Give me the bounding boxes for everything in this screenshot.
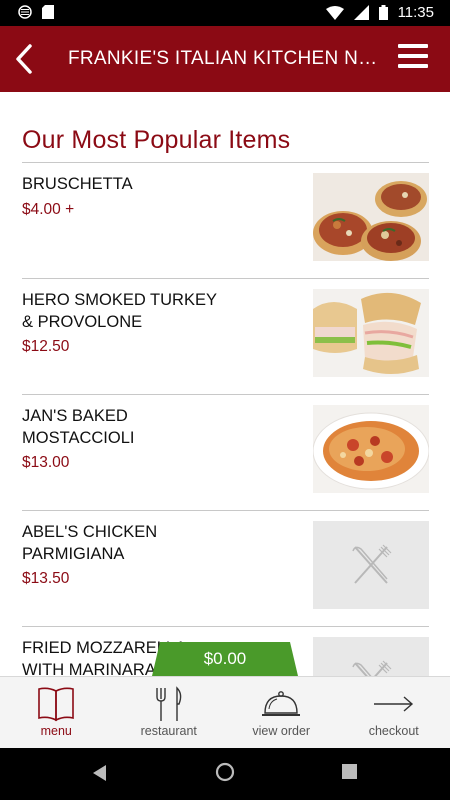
circle-status-icon bbox=[18, 5, 32, 19]
bottom-navigation: menu restaurant view order checkout bbox=[0, 676, 450, 748]
page-title: FRANKIE'S ITALIAN KITCHEN NORTHBROOK bbox=[68, 48, 386, 69]
item-price: $13.00 bbox=[22, 454, 70, 471]
system-recents-icon[interactable] bbox=[342, 764, 357, 779]
cloche-icon bbox=[262, 691, 301, 716]
wifi-icon bbox=[325, 5, 344, 20]
nav-view-order[interactable]: view order bbox=[225, 677, 338, 748]
nav-checkout[interactable]: checkout bbox=[338, 677, 450, 748]
menu-content[interactable]: Our Most Popular Items BRUSCHETTA $4.00 … bbox=[0, 92, 450, 676]
system-back-icon[interactable] bbox=[92, 764, 108, 782]
system-navigation-bar bbox=[0, 748, 450, 800]
system-home-icon[interactable] bbox=[215, 762, 235, 782]
utensils-icon bbox=[352, 660, 392, 676]
hamburger-line bbox=[398, 64, 428, 68]
item-name: HERO SMOKED TURKEY & PROVOLONE bbox=[22, 289, 237, 333]
hamburger-menu-button[interactable] bbox=[398, 44, 428, 74]
nav-label: menu bbox=[40, 724, 72, 738]
nav-label: restaurant bbox=[140, 724, 197, 738]
battery-icon bbox=[378, 5, 388, 20]
pasta-photo bbox=[313, 405, 429, 493]
item-name-line: HERO SMOKED TURKEY bbox=[22, 291, 217, 309]
item-name: JAN'S BAKED MOSTACCIOLI bbox=[22, 405, 237, 449]
nav-label: view order bbox=[252, 724, 311, 738]
item-name-line: MOSTACCIOLI bbox=[22, 429, 135, 447]
nav-restaurant[interactable]: restaurant bbox=[113, 677, 226, 748]
arrow-right-icon bbox=[373, 696, 413, 712]
item-price: $4.00 + bbox=[22, 201, 75, 218]
menu-item-jans-baked-mostaccioli[interactable]: JAN'S BAKED MOSTACCIOLI $13.00 bbox=[22, 395, 429, 511]
sandwich-photo bbox=[313, 289, 429, 377]
placeholder-image bbox=[313, 521, 429, 609]
nav-menu[interactable]: menu bbox=[0, 677, 113, 748]
status-bar: 11:35 bbox=[0, 0, 450, 26]
bruschetta-photo bbox=[313, 173, 429, 261]
status-time: 11:35 bbox=[397, 4, 434, 21]
fork-knife-icon bbox=[156, 686, 182, 721]
item-name-line: & PROVOLONE bbox=[22, 313, 143, 331]
sd-card-icon bbox=[42, 5, 54, 19]
item-price: $12.50 bbox=[22, 338, 70, 355]
item-name: BRUSCHETTA bbox=[22, 173, 237, 195]
cart-total-button[interactable]: $0.00 bbox=[152, 642, 298, 676]
item-name-line: JAN'S BAKED bbox=[22, 407, 128, 425]
hamburger-line bbox=[398, 54, 428, 58]
menu-item-bruschetta[interactable]: BRUSCHETTA $4.00 + bbox=[22, 163, 429, 279]
item-name-line: BRUSCHETTA bbox=[22, 175, 133, 193]
item-name-line: ABEL'S CHICKEN bbox=[22, 523, 158, 541]
item-name: ABEL'S CHICKEN PARMIGIANA bbox=[22, 521, 237, 565]
hamburger-line bbox=[398, 44, 428, 48]
app-bar: FRANKIE'S ITALIAN KITCHEN NORTHBROOK bbox=[0, 26, 450, 92]
book-icon bbox=[38, 687, 75, 722]
signal-icon bbox=[353, 5, 369, 20]
cart-total-amount: $0.00 bbox=[203, 649, 247, 668]
nav-label: checkout bbox=[368, 724, 419, 738]
item-price: $13.50 bbox=[22, 570, 70, 587]
chevron-left-icon bbox=[16, 44, 32, 74]
placeholder-image bbox=[313, 637, 429, 676]
section-title: Our Most Popular Items bbox=[22, 126, 291, 154]
menu-item-hero-smoked-turkey[interactable]: HERO SMOKED TURKEY & PROVOLONE $12.50 bbox=[22, 279, 429, 395]
back-button[interactable] bbox=[10, 40, 40, 78]
menu-item-abels-chicken-parmigiana[interactable]: ABEL'S CHICKEN PARMIGIANA $13.50 bbox=[22, 511, 429, 627]
utensils-icon bbox=[352, 544, 392, 584]
item-name-line: PARMIGIANA bbox=[22, 545, 125, 563]
